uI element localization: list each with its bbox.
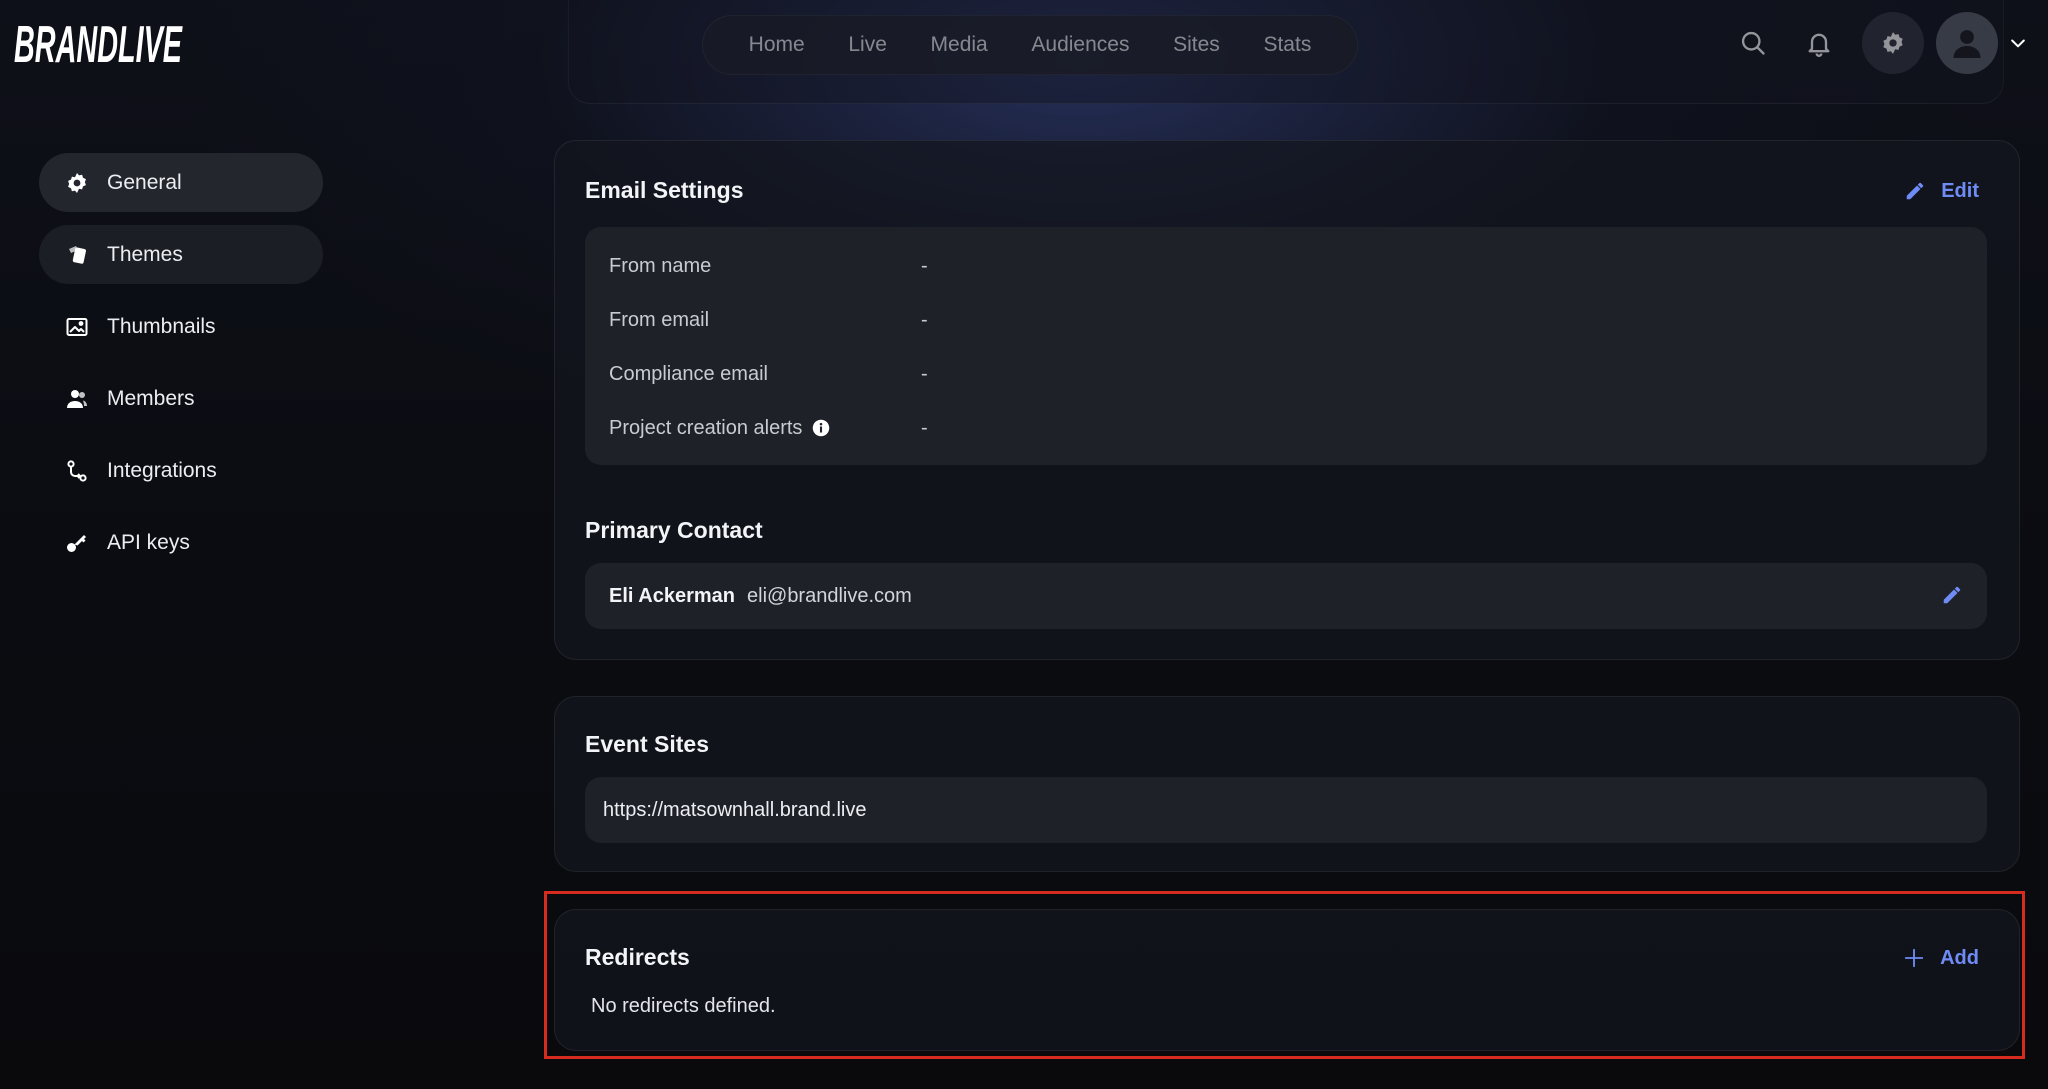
- event-site-row: https://matsownhall.brand.live: [585, 777, 1987, 843]
- sidebar-item-api-keys[interactable]: API keys: [39, 513, 323, 572]
- from-email-label: From email: [609, 308, 710, 331]
- edit-label: Edit: [1941, 179, 1979, 202]
- image-icon: [63, 313, 91, 341]
- contact-email: eli@brandlive.com: [747, 584, 912, 607]
- sidebar-item-thumbnails[interactable]: Thumbnails: [39, 297, 323, 356]
- users-icon: [63, 385, 91, 413]
- add-redirect-button[interactable]: Add: [1902, 946, 1979, 970]
- sidebar-item-label: General: [107, 170, 182, 194]
- settings-sidebar: General Themes Thumbnails Members Integr…: [39, 153, 323, 585]
- sidebar-item-members[interactable]: Members: [39, 369, 323, 428]
- project-creation-alerts-row: Project creation alerts -: [609, 413, 928, 443]
- compliance-email-label: Compliance email: [609, 362, 768, 385]
- sidebar-item-label: Members: [107, 386, 195, 410]
- brandlive-logo[interactable]: BRANDLIVE: [14, 14, 184, 74]
- from-email-value: -: [921, 308, 928, 331]
- sidebar-item-integrations[interactable]: Integrations: [39, 441, 323, 500]
- integration-icon: [63, 457, 91, 485]
- sidebar-item-label: Integrations: [107, 458, 217, 482]
- add-label: Add: [1940, 946, 1979, 969]
- previous-section-card: [568, 0, 2004, 104]
- chevron-down-icon: [2011, 39, 2025, 48]
- account-menu-toggle[interactable]: [2004, 29, 2032, 57]
- key-icon: [63, 529, 91, 557]
- contact-name: Eli Ackerman: [609, 584, 735, 607]
- logo-text: BRANDLIVE: [14, 16, 183, 70]
- event-sites-title: Event Sites: [585, 731, 709, 757]
- from-name-row: From name -: [609, 251, 928, 281]
- redirects-card: Redirects Add No redirects defined.: [554, 909, 2020, 1051]
- project-creation-alerts-label: Project creation alerts: [609, 417, 921, 440]
- from-email-row: From email -: [609, 305, 928, 335]
- sidebar-item-label: API keys: [107, 530, 190, 554]
- email-settings-title: Email Settings: [585, 177, 744, 203]
- sidebar-item-themes[interactable]: Themes: [39, 225, 323, 284]
- sidebar-item-label: Thumbnails: [107, 314, 216, 338]
- redirects-empty-message: No redirects defined.: [591, 995, 776, 1017]
- from-name-value: -: [921, 254, 928, 277]
- email-settings-edit-button[interactable]: Edit: [1903, 179, 1979, 203]
- project-creation-alerts-text: Project creation alerts: [609, 416, 803, 439]
- email-settings-card: Email Settings Edit From name - From ema…: [554, 140, 2020, 660]
- pencil-icon: [1943, 586, 1961, 604]
- compliance-email-row: Compliance email -: [609, 359, 928, 389]
- theme-icon: [63, 241, 91, 269]
- plus-icon: [1902, 946, 1926, 970]
- redirects-title: Redirects: [585, 944, 690, 970]
- info-icon[interactable]: [812, 419, 830, 437]
- compliance-email-value: -: [921, 362, 928, 385]
- event-sites-card: Event Sites https://matsownhall.brand.li…: [554, 696, 2020, 872]
- pencil-icon: [1903, 179, 1927, 203]
- email-settings-details: From name - From email - Compliance emai…: [585, 227, 1987, 465]
- gear-icon: [63, 169, 91, 197]
- event-site-url[interactable]: https://matsownhall.brand.live: [603, 799, 866, 822]
- sidebar-item-label: Themes: [107, 242, 183, 266]
- primary-contact-title: Primary Contact: [585, 517, 763, 543]
- sidebar-item-general[interactable]: General: [39, 153, 323, 212]
- edit-contact-button[interactable]: [1941, 584, 1963, 611]
- primary-contact-box: Eli Ackerman eli@brandlive.com: [585, 563, 1987, 629]
- project-creation-alerts-value: -: [921, 416, 928, 439]
- from-name-label: From name: [609, 254, 712, 277]
